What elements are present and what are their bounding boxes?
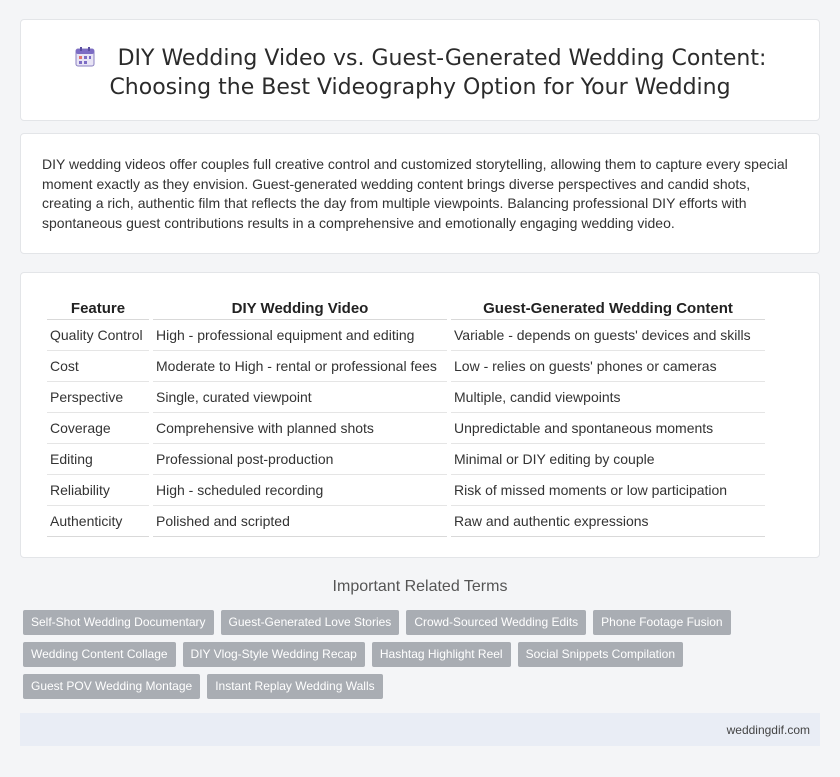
guest-cell: Unpredictable and spontaneous moments (451, 413, 765, 444)
table-row: Coverage Comprehensive with planned shot… (47, 413, 765, 444)
related-term-tag[interactable]: Social Snippets Compilation (517, 642, 684, 667)
related-term-tag[interactable]: DIY Vlog-Style Wedding Recap (182, 642, 365, 667)
guest-cell: Raw and authentic expressions (451, 506, 765, 537)
feature-cell: Cost (47, 351, 149, 382)
feature-cell: Editing (47, 444, 149, 475)
title-card: DIY Wedding Video vs. Guest-Generated We… (20, 19, 820, 121)
table-row: Quality Control High - professional equi… (47, 320, 765, 351)
related-term-tag[interactable]: Self-Shot Wedding Documentary (23, 610, 214, 635)
header-diy: DIY Wedding Video (153, 294, 447, 320)
page-title: DIY Wedding Video vs. Guest-Generated We… (21, 44, 819, 102)
diy-cell: Single, curated viewpoint (153, 382, 447, 413)
related-term-tag[interactable]: Guest POV Wedding Montage (23, 674, 201, 699)
footer: weddingdif.com (20, 713, 820, 746)
footer-site-link[interactable]: weddingdif.com (727, 723, 810, 737)
diy-cell: High - professional equipment and editin… (153, 320, 447, 351)
related-term-tag[interactable]: Wedding Content Collage (23, 642, 176, 667)
related-term-tag[interactable]: Phone Footage Fusion (593, 610, 731, 635)
feature-cell: Authenticity (47, 506, 149, 537)
intro-card: DIY wedding videos offer couples full cr… (20, 133, 820, 254)
related-terms-list: Self-Shot Wedding Documentary Guest-Gene… (23, 610, 783, 706)
table-row: Cost Moderate to High - rental or profes… (47, 351, 765, 382)
calendar-icon (75, 47, 95, 67)
related-term-tag[interactable]: Crowd-Sourced Wedding Edits (406, 610, 587, 635)
related-term-tag[interactable]: Instant Replay Wedding Walls (207, 674, 383, 699)
feature-cell: Coverage (47, 413, 149, 444)
table-row: Reliability High - scheduled recording R… (47, 475, 765, 506)
feature-cell: Quality Control (47, 320, 149, 351)
guest-cell: Variable - depends on guests' devices an… (451, 320, 765, 351)
guest-cell: Risk of missed moments or low participat… (451, 475, 765, 506)
related-term-tag[interactable]: Hashtag Highlight Reel (371, 642, 511, 667)
table-row: Authenticity Polished and scripted Raw a… (47, 506, 765, 537)
related-term-tag[interactable]: Guest-Generated Love Stories (220, 610, 400, 635)
diy-cell: Professional post-production (153, 444, 447, 475)
diy-cell: High - scheduled recording (153, 475, 447, 506)
diy-cell: Polished and scripted (153, 506, 447, 537)
comparison-card: Feature DIY Wedding Video Guest-Generate… (20, 272, 820, 558)
feature-cell: Perspective (47, 382, 149, 413)
guest-cell: Low - relies on guests' phones or camera… (451, 351, 765, 382)
comparison-table: Feature DIY Wedding Video Guest-Generate… (43, 294, 769, 537)
intro-paragraph: DIY wedding videos offer couples full cr… (42, 156, 788, 231)
table-row: Perspective Single, curated viewpoint Mu… (47, 382, 765, 413)
feature-cell: Reliability (47, 475, 149, 506)
table-row: Editing Professional post-production Min… (47, 444, 765, 475)
title-line-1: DIY Wedding Video vs. Guest-Generated We… (117, 46, 767, 71)
header-guest: Guest-Generated Wedding Content (451, 294, 765, 320)
guest-cell: Minimal or DIY editing by couple (451, 444, 765, 475)
title-line-2: Choosing the Best Videography Option for… (109, 75, 731, 100)
diy-cell: Comprehensive with planned shots (153, 413, 447, 444)
related-terms-heading: Important Related Terms (332, 578, 508, 595)
guest-cell: Multiple, candid viewpoints (451, 382, 765, 413)
header-feature: Feature (47, 294, 149, 320)
table-header-row: Feature DIY Wedding Video Guest-Generate… (47, 294, 765, 320)
diy-cell: Moderate to High - rental or professiona… (153, 351, 447, 382)
